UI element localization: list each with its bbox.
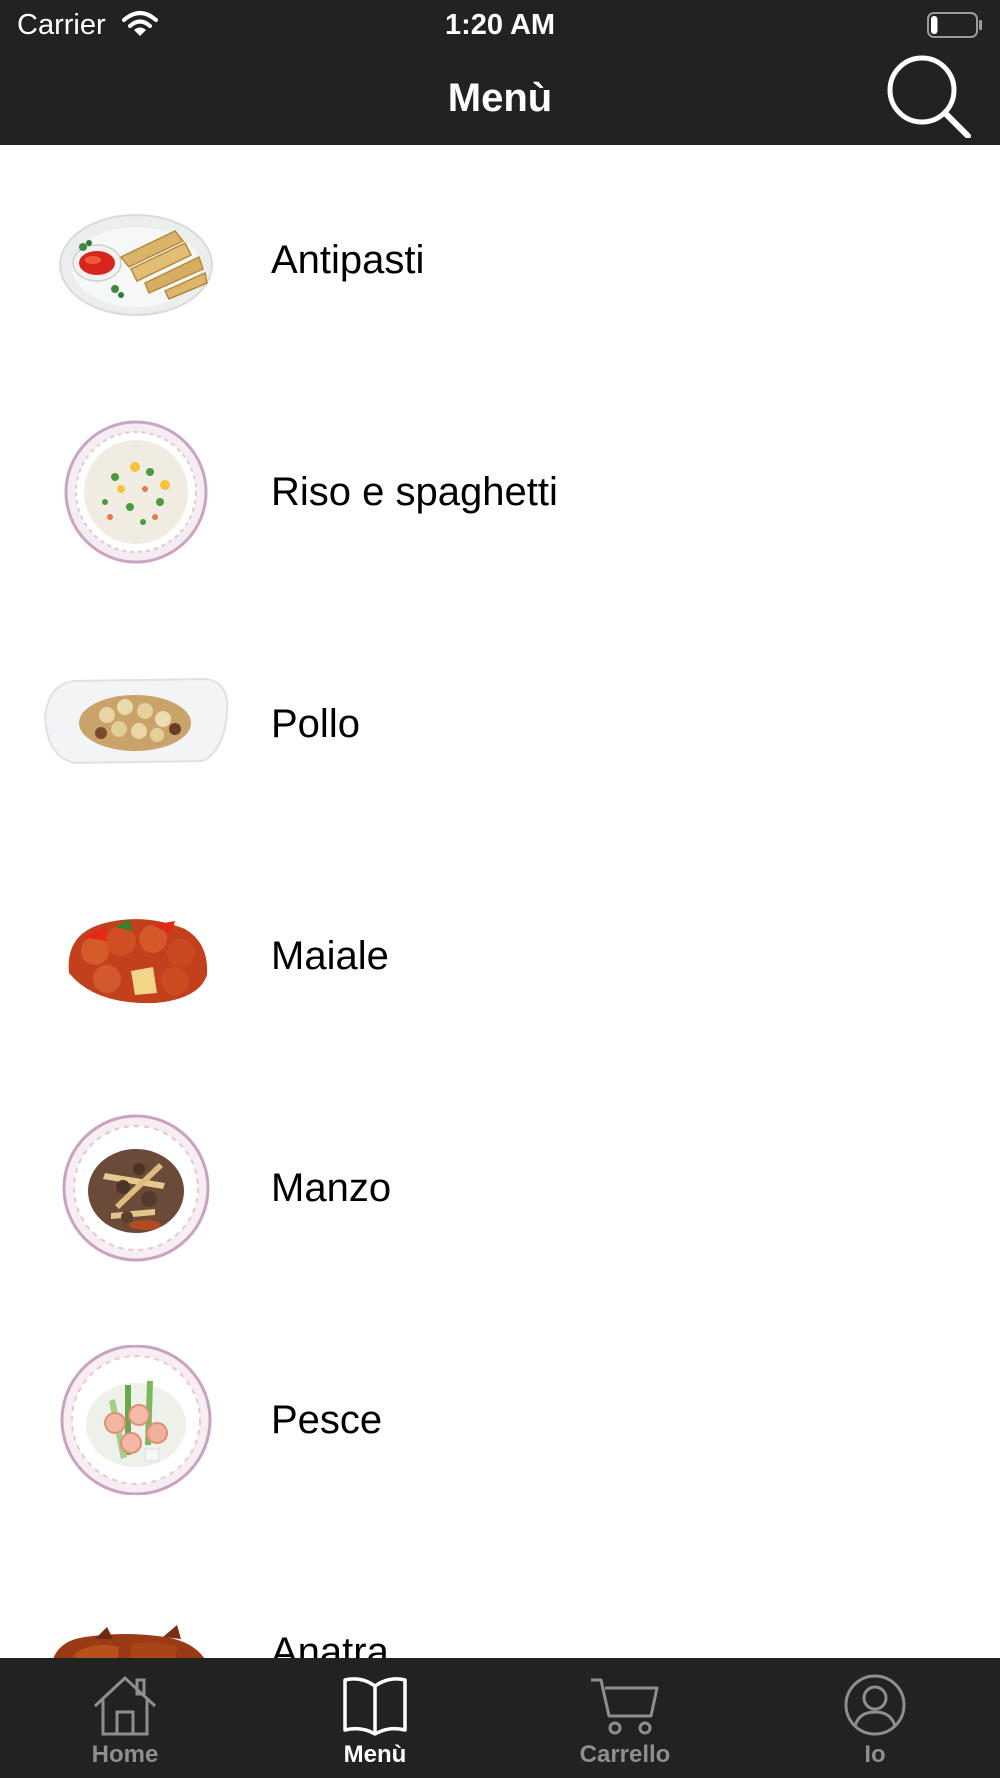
home-icon — [93, 1676, 157, 1736]
status-time: 1:20 AM — [444, 9, 556, 41]
page-title: Menù — [447, 76, 553, 120]
search-icon — [887, 55, 971, 139]
sweet-sour-pork-image — [68, 919, 208, 1004]
tab-carrello[interactable]: Carrello — [500, 1658, 750, 1778]
menu-item-pesce[interactable]: Pesce — [0, 1305, 1000, 1537]
roast-duck-image — [53, 1625, 204, 1658]
menu-item-riso-e-spaghetti[interactable]: Riso e spaghetti — [0, 377, 1000, 609]
tab-label: Carrello — [579, 1741, 671, 1768]
user-icon — [844, 1674, 906, 1736]
menu-item-label: Pesce — [271, 1398, 383, 1442]
menu-item-label: Maiale — [271, 934, 389, 978]
menu-item-anatra[interactable]: Anatra — [0, 1537, 1000, 1658]
tab-home[interactable]: Home — [0, 1658, 250, 1778]
menu-item-maiale[interactable]: Maiale — [0, 841, 1000, 1073]
spring-rolls-image — [59, 214, 213, 316]
fried-rice-image — [64, 420, 208, 564]
app-screen: Carrier 1:20 AM Menù Antipasti Riso e sp… — [0, 0, 1000, 1778]
menu-item-label: Anatra — [271, 1630, 389, 1658]
book-icon — [343, 1677, 407, 1736]
menu-item-manzo[interactable]: Manzo — [0, 1073, 1000, 1305]
search-button[interactable] — [884, 54, 976, 139]
nav-bar: Menù — [0, 50, 1000, 145]
tab-label: Io — [864, 1741, 886, 1768]
shrimp-plate-image — [60, 1345, 212, 1495]
menu-item-label: Pollo — [271, 702, 360, 746]
menu-category-list: Antipasti Riso e spaghetti Pollo Maiale … — [0, 145, 1000, 1658]
menu-item-label: Riso e spaghetti — [271, 470, 558, 514]
tab-menu[interactable]: Menù — [250, 1658, 500, 1778]
status-bar: Carrier 1:20 AM — [0, 0, 1000, 50]
tab-bar: Home Menù Carrello Io — [0, 1658, 1000, 1778]
tab-io[interactable]: Io — [750, 1658, 1000, 1778]
menu-item-label: Antipasti — [271, 238, 425, 282]
chicken-cashew-image — [43, 677, 229, 765]
cart-icon — [591, 1678, 659, 1735]
menu-item-pollo[interactable]: Pollo — [0, 609, 1000, 841]
tab-label: Home — [91, 1741, 159, 1768]
menu-item-label: Manzo — [271, 1166, 392, 1210]
tab-label: Menù — [343, 1741, 407, 1768]
menu-item-antipasti[interactable]: Antipasti — [0, 145, 1000, 377]
beef-bamboo-image — [62, 1114, 210, 1262]
battery-icon — [927, 12, 982, 38]
